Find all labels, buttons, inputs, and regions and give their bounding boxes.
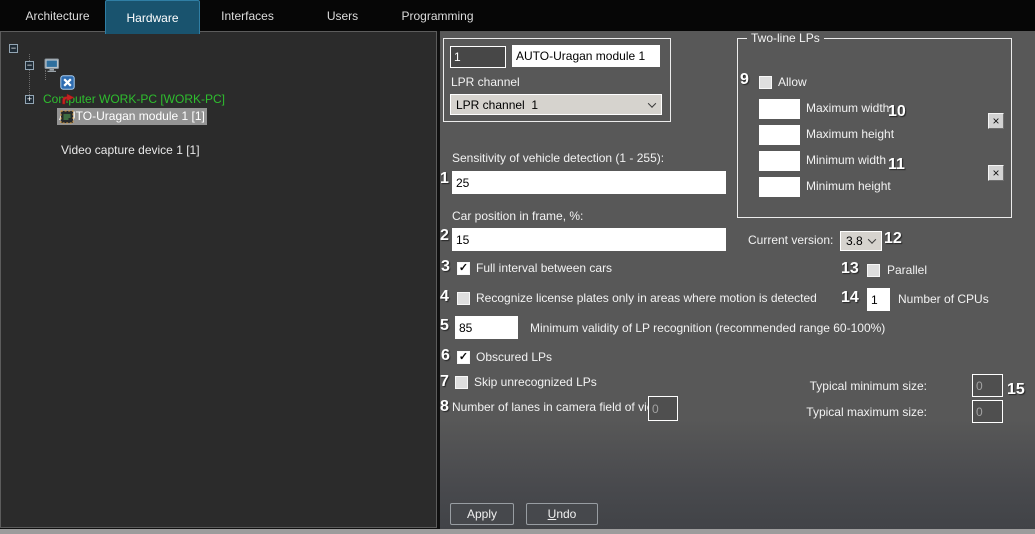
apply-button[interactable]: Apply [450, 503, 514, 525]
hardware-tree-panel: − Computer WORK-PC [WORK-PC] − LPR chann… [0, 31, 437, 528]
sensitivity-label: Sensitivity of vehicle detection (1 - 25… [452, 151, 664, 165]
max-height-label: Maximum height [806, 127, 894, 141]
tree-item-lpr-channel[interactable]: − LPR channel 1 [1] [1, 57, 436, 74]
callout-7: 7 [440, 373, 449, 391]
current-version-select[interactable]: 3.8 [840, 231, 882, 251]
car-position-label: Car position in frame, %: [452, 209, 583, 223]
full-interval-checkbox[interactable]: ✓ [457, 262, 470, 275]
min-validity-field[interactable] [455, 316, 518, 339]
motion-only-label: Recognize license plates only in areas w… [476, 291, 817, 305]
cpus-field[interactable] [867, 288, 890, 311]
callout-14: 14 [841, 289, 859, 307]
current-version-value: 3.8 [846, 234, 863, 248]
module-identity-group: LPR channel LPR channel 1 [443, 38, 671, 122]
undo-button[interactable]: Undo [526, 503, 598, 525]
undo-button-accel: U [548, 507, 557, 521]
min-height-field[interactable] [759, 177, 800, 197]
chevron-down-icon [648, 99, 656, 107]
current-version-label: Current version: [748, 233, 833, 247]
parallel-label: Parallel [887, 263, 927, 277]
lanes-field[interactable] [648, 396, 678, 421]
allow-label: Allow [778, 75, 807, 89]
lanes-label: Number of lanes in camera field of view: [452, 400, 665, 414]
lpr-channel-selected-value: LPR channel 1 [456, 98, 538, 112]
tree-item-video-capture-label: Video capture device 1 [1] [59, 142, 202, 159]
module-name-field[interactable] [512, 45, 660, 67]
min-width-field[interactable] [759, 151, 800, 171]
callout-4: 4 [440, 288, 449, 306]
callout-5: 5 [440, 317, 449, 335]
obscured-lps-checkbox[interactable]: ✓ [457, 351, 470, 364]
tab-interfaces[interactable]: Interfaces [200, 0, 295, 31]
callout-1: 1 [440, 170, 449, 188]
tab-hardware[interactable]: Hardware [105, 0, 200, 34]
max-height-field[interactable] [759, 125, 800, 145]
tab-users[interactable]: Users [295, 0, 390, 31]
lpr-channel-select[interactable]: LPR channel 1 [450, 94, 662, 115]
expand-icon[interactable]: + [25, 95, 34, 104]
min-width-label: Minimum width [806, 153, 886, 167]
callout-10: 10 [888, 103, 906, 121]
callout-9: 9 [740, 71, 749, 89]
typical-min-size-field[interactable] [972, 374, 1003, 397]
clear-min-button[interactable]: × [988, 165, 1004, 181]
callout-2: 2 [440, 227, 449, 245]
tab-architecture[interactable]: Architecture [10, 0, 105, 31]
tree-item-uragan-module[interactable]: AUTO-Uragan module 1 [1] [1, 74, 436, 91]
tree-item-video-capture[interactable]: + Video capture device 1 [1] [1, 91, 436, 108]
module-id-field[interactable] [450, 46, 506, 68]
callout-13: 13 [841, 260, 859, 278]
lpr-channel-label: LPR channel [451, 75, 520, 89]
two-line-lps-group: Two-line LPs 9 Allow Maximum width Maxim… [737, 38, 1012, 218]
typical-max-size-label: Typical maximum size: [795, 405, 927, 419]
undo-button-rest: ndo [556, 507, 576, 521]
full-interval-label: Full interval between cars [476, 261, 612, 275]
two-line-lps-legend: Two-line LPs [747, 31, 824, 45]
obscured-lps-label: Obscured LPs [476, 350, 552, 364]
allow-checkbox[interactable] [759, 76, 772, 89]
collapse-icon[interactable]: − [25, 61, 34, 70]
chevron-down-icon [868, 235, 876, 243]
collapse-icon[interactable]: − [9, 44, 18, 53]
clear-max-button[interactable]: × [988, 113, 1004, 129]
sensitivity-field[interactable] [452, 171, 726, 194]
parallel-checkbox[interactable] [867, 264, 880, 277]
motion-only-checkbox[interactable] [457, 292, 470, 305]
skip-unrecognized-checkbox[interactable] [455, 376, 468, 389]
typical-min-size-label: Typical minimum size: [795, 379, 927, 393]
tree-item-computer[interactable]: − Computer WORK-PC [WORK-PC] [1, 40, 436, 57]
max-width-label: Maximum width [806, 101, 889, 115]
skip-unrecognized-label: Skip unrecognized LPs [474, 375, 597, 389]
callout-11: 11 [888, 156, 905, 174]
callout-15: 15 [1007, 381, 1025, 399]
callout-6: 6 [441, 347, 450, 365]
typical-max-size-field[interactable] [972, 400, 1003, 423]
tree-item-uragan-module-label: AUTO-Uragan module 1 [1] [57, 108, 207, 125]
min-height-label: Minimum height [806, 179, 891, 193]
max-width-field[interactable] [759, 99, 800, 119]
module-settings-panel: LPR channel LPR channel 1 Two-line LPs 9… [440, 30, 1035, 529]
tab-programming[interactable]: Programming [390, 0, 485, 31]
callout-12: 12 [884, 230, 902, 248]
callout-8: 8 [440, 398, 449, 416]
main-tab-bar: Architecture Hardware Interfaces Users P… [0, 0, 1035, 31]
car-position-field[interactable] [452, 228, 726, 251]
cpus-label: Number of CPUs [898, 292, 989, 306]
video-capture-icon [40, 93, 74, 146]
window-bottom-edge [0, 529, 1035, 534]
min-validity-label: Minimum validity of LP recognition (reco… [530, 321, 885, 335]
callout-3: 3 [441, 258, 450, 276]
